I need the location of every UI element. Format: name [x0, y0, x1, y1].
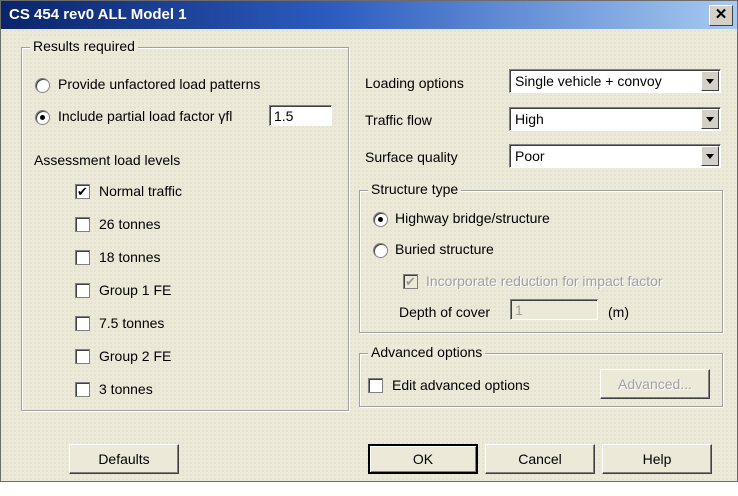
- traffic-flow-label: Traffic flow: [365, 112, 432, 128]
- level-label-3-tonnes: 3 tonnes: [99, 381, 153, 397]
- traffic-flow-select[interactable]: High: [509, 107, 721, 131]
- level-label-group-1-fe: Group 1 FE: [99, 282, 172, 298]
- level-checkbox-18-tonnes[interactable]: [75, 250, 90, 265]
- radio-selected-dot: [40, 115, 45, 120]
- window-title: CS 454 rev0 ALL Model 1: [9, 6, 187, 23]
- chevron-down-icon[interactable]: [701, 71, 719, 91]
- dialog-window: CS 454 rev0 ALL Model 1 ✕ Results requir…: [0, 0, 738, 482]
- level-checkbox-3-tonnes[interactable]: [75, 382, 90, 397]
- level-checkbox-normal-traffic[interactable]: ✔: [75, 184, 90, 199]
- surface-quality-value: Poor: [515, 148, 545, 164]
- level-checkbox-group-1-fe[interactable]: [75, 283, 90, 298]
- depth-of-cover-label: Depth of cover: [399, 304, 491, 320]
- highway-structure-radio[interactable]: [373, 212, 388, 227]
- unfactored-label: Provide unfactored load patterns: [58, 76, 261, 92]
- depth-of-cover-input[interactable]: 1: [510, 299, 598, 320]
- loading-options-value: Single vehicle + convoy: [515, 73, 662, 89]
- impact-factor-checkbox[interactable]: ✔: [403, 274, 418, 289]
- highway-structure-label: Highway bridge/structure: [395, 210, 550, 226]
- ok-button[interactable]: OK: [368, 444, 478, 474]
- impact-factor-label: Incorporate reduction for impact factor: [426, 273, 663, 289]
- defaults-button[interactable]: Defaults: [69, 444, 179, 474]
- chevron-down-icon[interactable]: [701, 146, 719, 166]
- radio-selected-dot: [378, 217, 383, 222]
- advanced-options-legend: Advanced options: [368, 344, 486, 360]
- results-required-group: Results required: [21, 38, 349, 411]
- edit-advanced-checkbox[interactable]: [368, 378, 383, 393]
- level-checkbox-7-5-tonnes[interactable]: [75, 316, 90, 331]
- structure-type-legend: Structure type: [368, 181, 462, 197]
- loading-options-select[interactable]: Single vehicle + convoy: [509, 69, 721, 93]
- level-label-18-tonnes: 18 tonnes: [99, 249, 161, 265]
- depth-unit-label: (m): [608, 304, 629, 320]
- loading-options-label: Loading options: [365, 75, 464, 91]
- buried-structure-label: Buried structure: [395, 241, 494, 257]
- surface-quality-label: Surface quality: [365, 149, 458, 165]
- title-bar[interactable]: CS 454 rev0 ALL Model 1 ✕: [1, 1, 737, 29]
- level-checkbox-26-tonnes[interactable]: [75, 217, 90, 232]
- advanced-button[interactable]: Advanced...: [600, 369, 710, 399]
- level-label-normal-traffic: Normal traffic: [99, 183, 182, 199]
- partial-factor-input[interactable]: 1.5: [269, 105, 332, 126]
- partial-factor-label: Include partial load factor γfl: [58, 108, 233, 124]
- cancel-button[interactable]: Cancel: [485, 444, 595, 474]
- results-required-legend: Results required: [30, 38, 138, 54]
- traffic-flow-value: High: [515, 111, 544, 127]
- level-label-26-tonnes: 26 tonnes: [99, 216, 161, 232]
- partial-factor-radio[interactable]: [35, 110, 50, 125]
- assessment-levels-heading: Assessment load levels: [34, 152, 181, 168]
- buried-structure-radio[interactable]: [373, 243, 388, 258]
- help-button[interactable]: Help: [602, 444, 712, 474]
- edit-advanced-label: Edit advanced options: [392, 377, 530, 393]
- unfactored-radio[interactable]: [35, 78, 50, 93]
- level-checkbox-group-2-fe[interactable]: [75, 349, 90, 364]
- surface-quality-select[interactable]: Poor: [509, 144, 721, 168]
- level-label-7-5-tonnes: 7.5 tonnes: [99, 315, 165, 331]
- level-label-group-2-fe: Group 2 FE: [99, 348, 172, 364]
- chevron-down-icon[interactable]: [701, 109, 719, 129]
- close-button[interactable]: ✕: [709, 5, 733, 26]
